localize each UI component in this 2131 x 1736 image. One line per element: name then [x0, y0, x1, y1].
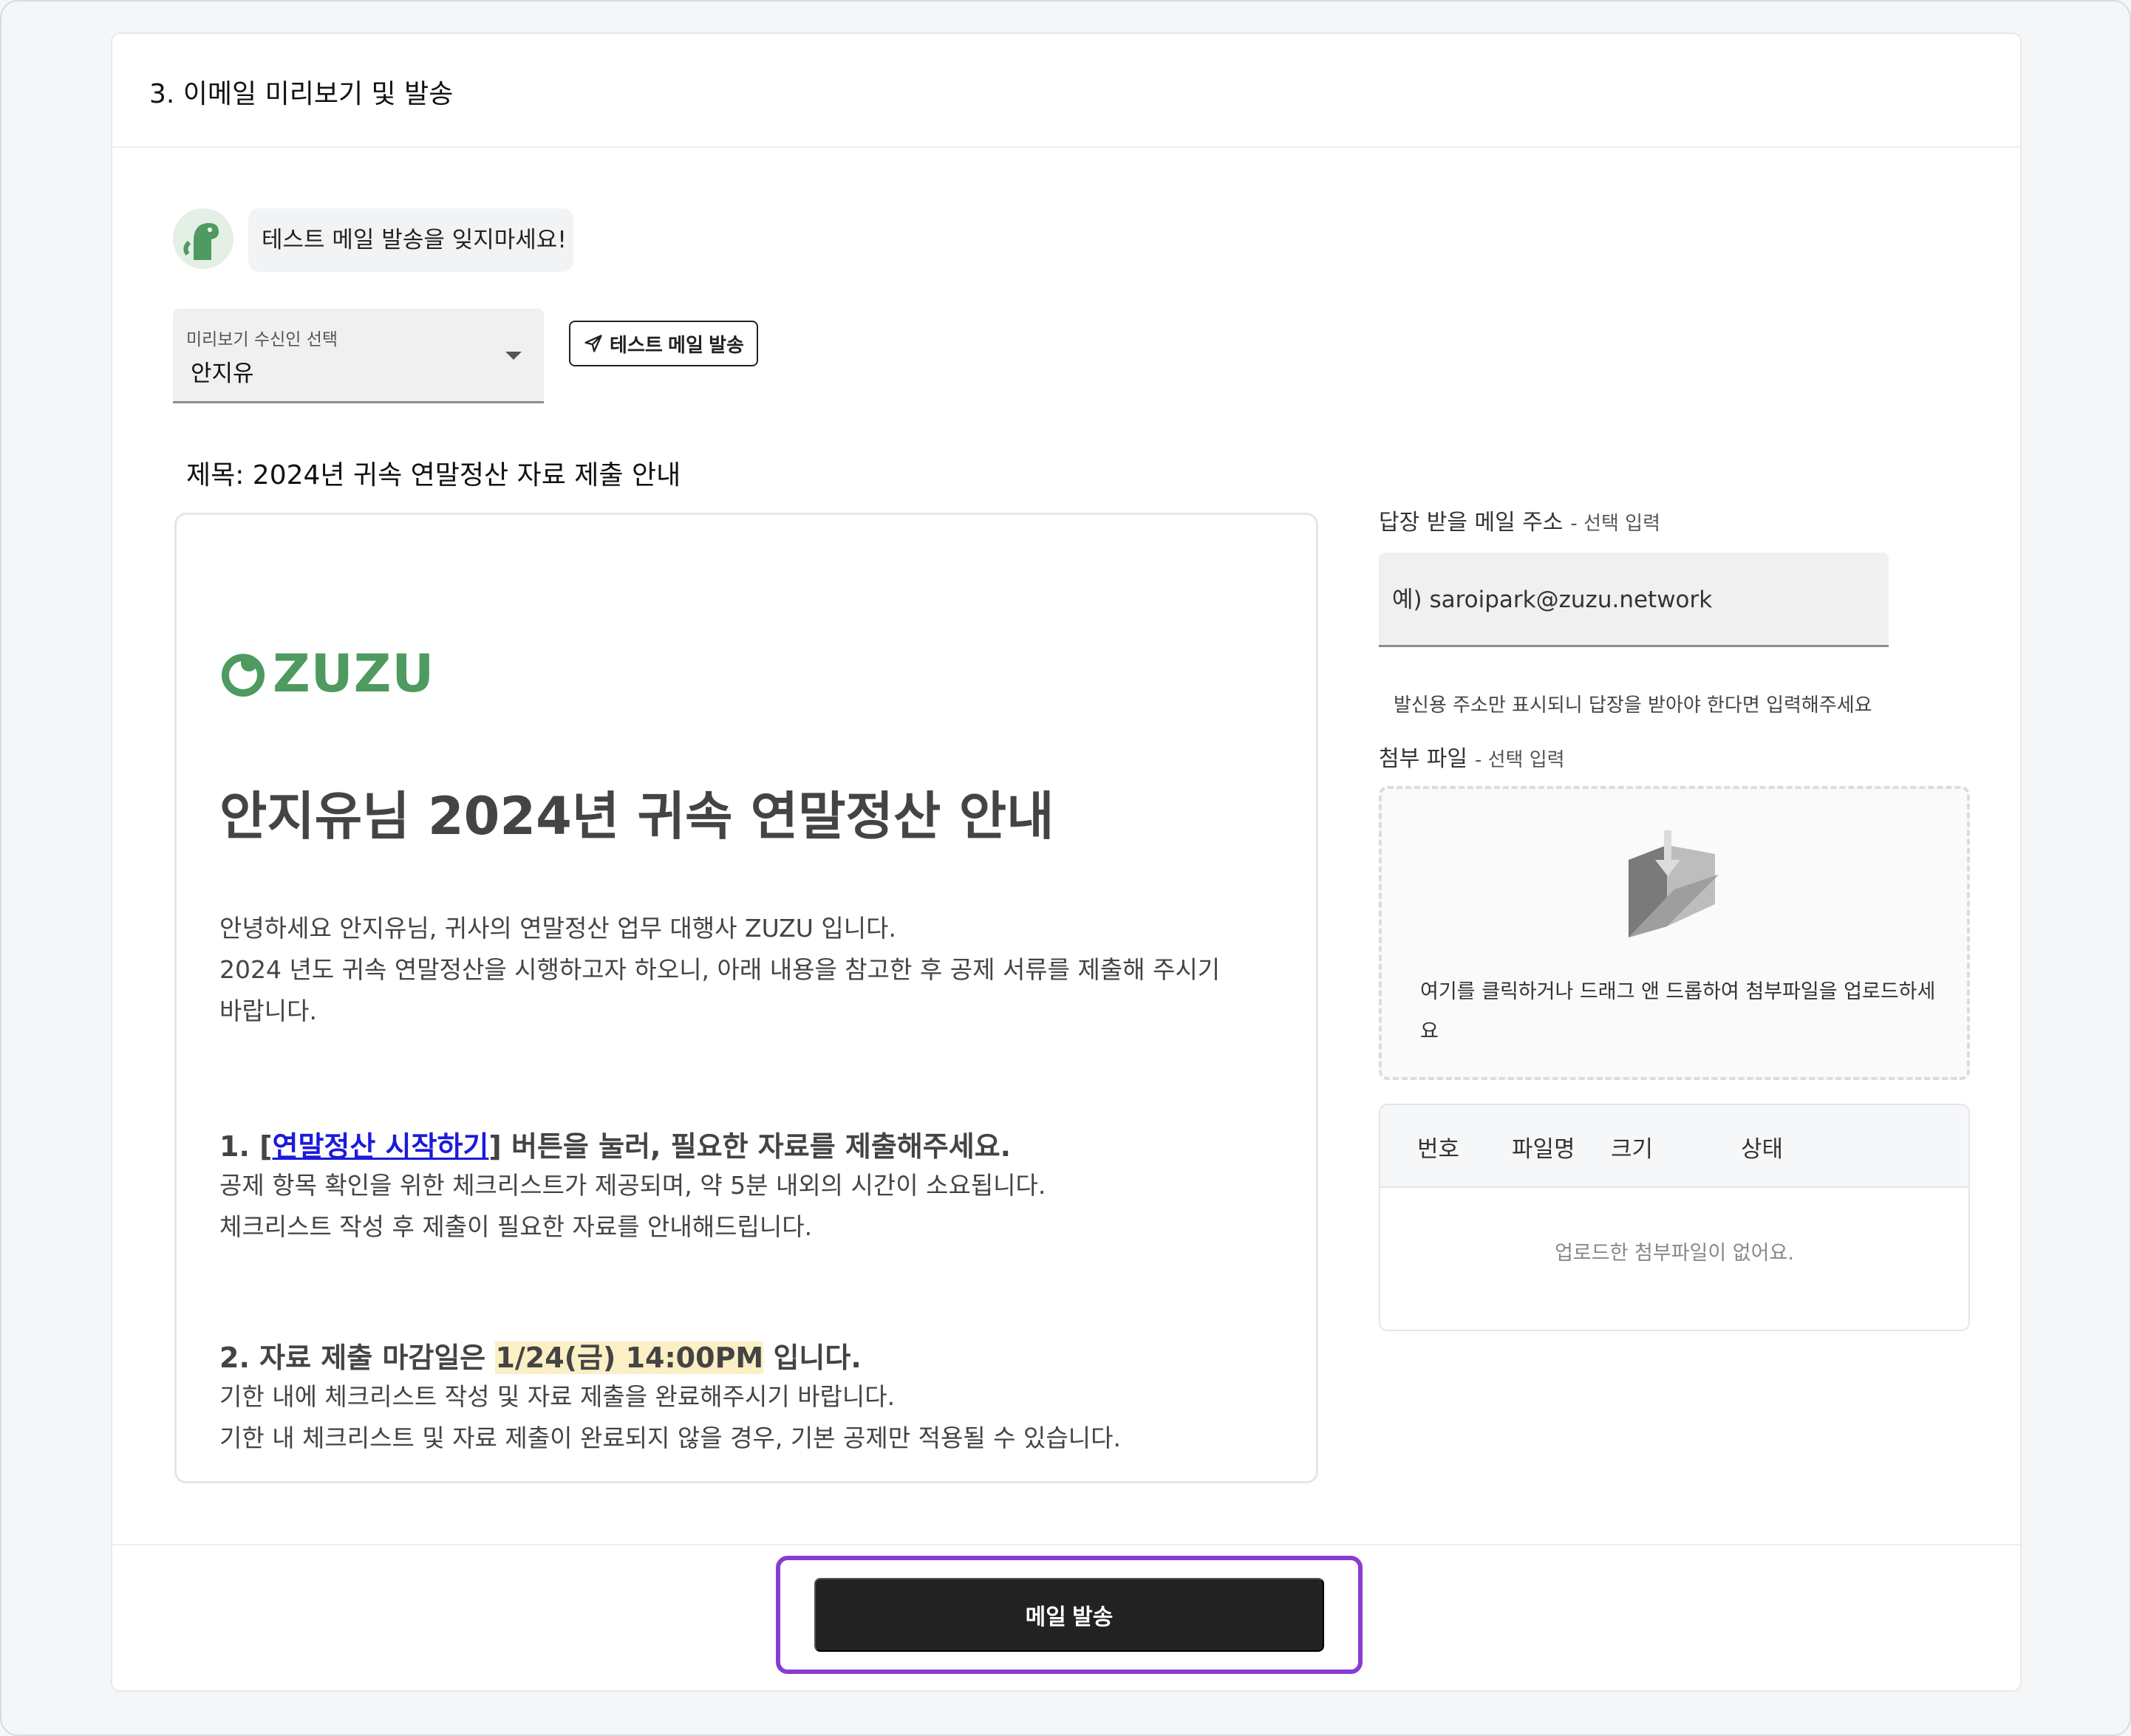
- intro-line: 2024 년도 귀속 연말정산을 시행하고자 하오니, 아래 내용을 참고한 후…: [219, 955, 1221, 984]
- mascot-avatar: [173, 208, 233, 269]
- section-title: 3. 이메일 미리보기 및 발송: [149, 79, 454, 109]
- col-size: 크기: [1611, 1136, 1654, 1163]
- col-filename: 파일명: [1512, 1136, 1575, 1163]
- recipient-select-label: 미리보기 수신인 선택: [186, 330, 338, 349]
- dinosaur-icon: [173, 208, 233, 269]
- reply-email-input[interactable]: 예) saroipark@zuzu.network: [1379, 553, 1889, 647]
- dropzone-text: 여기를 클릭하거나 드래그 앤 드롭하여 첨부파일을 업로드하세요: [1420, 980, 1936, 1043]
- recipient-select-value: 안지유: [191, 360, 254, 387]
- recipient-select[interactable]: 미리보기 수신인 선택 안지유: [173, 309, 544, 403]
- email-subject: 제목: 2024년 귀속 연말정산 자료 제출 안내: [186, 460, 681, 491]
- section-1-body: 공제 항목 확인을 위한 체크리스트가 제공되며, 약 5분 내외의 시간이 소…: [219, 1171, 1046, 1241]
- test-send-label: 테스트 메일 발송: [610, 333, 744, 356]
- tip-message: 테스트 메일 발송을 잊지마세요!: [248, 208, 573, 272]
- attachment-empty-text: 업로드한 첨부파일이 없어요.: [1555, 1242, 1794, 1265]
- zuzu-logo-icon: [222, 654, 265, 697]
- email-heading: 안지유님 2024년 귀속 연말정산 안내: [219, 786, 1054, 847]
- send-icon: [584, 335, 602, 352]
- reply-label: 답장 받을 메일 주소 - 선택 입력: [1379, 510, 1661, 536]
- intro-paragraph: 안녕하세요 안지유님, 귀사의 연말정산 업무 대행사 ZUZU 입니다. 20…: [219, 908, 1220, 1032]
- email-body-preview: ZUZU 안지유님 2024년 귀속 연말정산 안내 안녕하세요 안지유님, 귀…: [174, 513, 1318, 1483]
- attachment-label: 첨부 파일 - 선택 입력: [1379, 746, 1565, 772]
- col-number: 번호: [1417, 1136, 1460, 1163]
- test-send-button[interactable]: 테스트 메일 발송: [569, 321, 758, 366]
- folder-upload-icon: [1629, 830, 1719, 937]
- section-1-title: 1. [연말정산 시작하기] 버튼을 눌러, 필요한 자료를 제출해주세요.: [219, 1130, 1012, 1163]
- footer-divider: [112, 1544, 2020, 1545]
- card-header: 3. 이메일 미리보기 및 발송: [112, 34, 2020, 148]
- send-button-highlight: 메일 발송: [776, 1556, 1363, 1674]
- col-status: 상태: [1741, 1136, 1784, 1163]
- email-preview-card: 3. 이메일 미리보기 및 발송 테스트 메일 발송을 잊지마세요! 미리보기 …: [111, 33, 2022, 1692]
- attachment-table: 번호 파일명 크기 상태 업로드한 첨부파일이 없어요.: [1379, 1104, 1970, 1331]
- caret-down-icon: [505, 352, 522, 360]
- section-2-body: 기한 내에 체크리스트 작성 및 자료 제출을 완료해주시기 바랍니다. 기한 …: [219, 1382, 1121, 1452]
- intro-line: 바랍니다.: [219, 997, 317, 1025]
- zuzu-logo: ZUZU: [219, 643, 434, 704]
- section-2-title: 2. 자료 제출 마감일은 1/24(금) 14:00PM 입니다.: [219, 1342, 862, 1374]
- intro-line: 안녕하세요 안지유님, 귀사의 연말정산 업무 대행사 ZUZU 입니다.: [219, 914, 896, 943]
- deadline-highlight: 1/24(금) 14:00PM: [495, 1342, 764, 1374]
- reply-helper-text: 발신용 주소만 표시되니 답장을 받아야 한다면 입력해주세요: [1394, 694, 1872, 717]
- attachment-table-header: 번호 파일명 크기 상태: [1380, 1105, 1968, 1188]
- send-mail-button[interactable]: 메일 발송: [814, 1578, 1324, 1652]
- file-dropzone[interactable]: 여기를 클릭하거나 드래그 앤 드롭하여 첨부파일을 업로드하세요: [1379, 786, 1970, 1080]
- start-link[interactable]: 연말정산 시작하기: [272, 1130, 488, 1163]
- logo-text: ZUZU: [273, 643, 435, 704]
